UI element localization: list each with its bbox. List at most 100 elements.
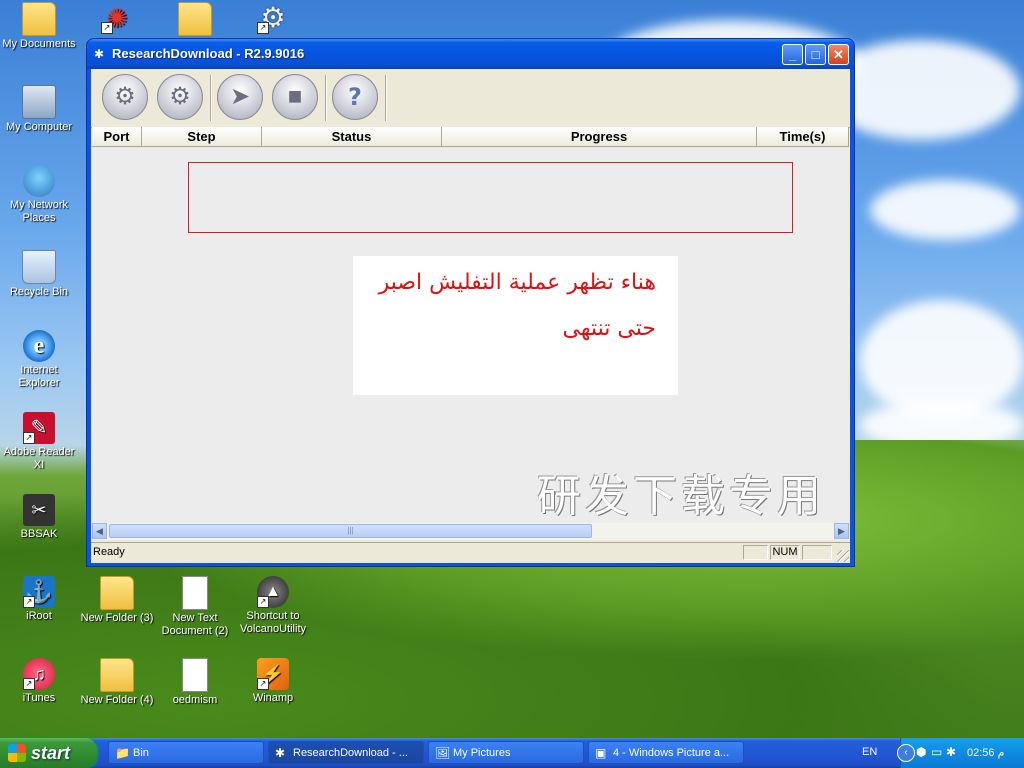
gears-icon: ⚙ <box>169 83 191 110</box>
scroll-right-button[interactable]: ▶ <box>834 523 849 539</box>
desktop-icon-itunes[interactable]: ♫ ↗ iTunes <box>0 658 78 705</box>
column-status[interactable]: Status <box>262 127 442 147</box>
maximize-button[interactable]: □ <box>805 44 826 65</box>
status-panel <box>743 545 768 560</box>
port-list[interactable]: هناء تظهر عملية التفليش اصبر حتى تنتهى 研… <box>92 148 849 523</box>
desktop-icon-folder[interactable] <box>156 2 234 38</box>
shortcut-arrow-icon: ↗ <box>257 596 269 608</box>
window-client-area: ⚙ ⚙ ➤ ■ ? Port Step Status Progress Time… <box>91 69 850 563</box>
desktop-icon-label: Internet Explorer <box>18 364 60 389</box>
desktop-icon-my-computer[interactable]: My Computer <box>0 85 78 134</box>
bbsak-icon: ✂ <box>23 494 55 526</box>
desktop-icon-adobe-reader[interactable]: ✎ ↗ Adobe Reader XI <box>0 412 78 472</box>
column-time[interactable]: Time(s) <box>757 127 849 147</box>
start-menu-button[interactable]: start <box>0 738 97 768</box>
taskbar-item-bin[interactable]: 📁 Bin <box>108 741 264 764</box>
settings-button[interactable]: ⚙ <box>157 74 203 120</box>
desktop-icon-label: New Text Document (2) <box>161 612 229 637</box>
desktop-icon-recycle-bin[interactable]: Recycle Bin <box>0 250 78 299</box>
desktop-icon-label: iRoot <box>26 610 52 622</box>
column-progress[interactable]: Progress <box>442 127 757 147</box>
desktop-icon-my-documents[interactable]: My Documents <box>0 2 78 51</box>
status-num-indicator: NUM <box>770 545 800 560</box>
volcano-icon: ▲ ↗ <box>257 576 289 608</box>
status-bar: Ready NUM <box>91 542 850 563</box>
horizontal-scrollbar[interactable]: ◀ ||| ▶ <box>92 523 849 540</box>
minimize-button[interactable]: _ <box>782 44 803 65</box>
desktop-icon-new-text-document[interactable]: New Text Document (2) <box>156 576 234 638</box>
gear-icon: ⚙ <box>114 83 136 110</box>
desktop-icon-iroot[interactable]: ⚓ ↗ iRoot <box>0 576 78 623</box>
load-packet-button[interactable]: ⚙ <box>102 74 148 120</box>
desktop-icon-label: iTunes <box>22 692 56 704</box>
desktop-icon-settings-shortcut[interactable]: ⚙ ↗ <box>234 2 312 36</box>
column-port[interactable]: Port <box>92 127 142 147</box>
taskbar-item-picture-viewer[interactable]: ▣ 4 - Windows Picture a... <box>588 741 744 764</box>
clock[interactable]: 02:56 م <box>967 746 1004 759</box>
folder-icon <box>178 2 212 36</box>
swirl-app-icon: ✺ ↗ <box>101 2 133 34</box>
music-note-icon: ♫ ↗ <box>23 658 55 690</box>
gear-icon: ⚙ ↗ <box>257 2 289 34</box>
desktop-icon-label: Adobe Reader XI <box>3 446 75 471</box>
desktop-icon-new-folder-3[interactable]: New Folder (3) <box>78 576 156 625</box>
help-icon: ? <box>348 83 362 111</box>
network-tray-icon[interactable]: ⬢ <box>916 745 930 759</box>
desktop-icon-bbsak[interactable]: ✂ BBSAK <box>0 494 78 541</box>
annotation-note: هناء تظهر عملية التفليش اصبر حتى تنتهى <box>353 256 678 395</box>
column-step[interactable]: Step <box>142 127 262 147</box>
anchor-icon: ⚓ ↗ <box>23 576 55 608</box>
title-bar[interactable]: ✱ ResearchDownload - R2.9.9016 _ □ ✕ <box>87 39 854 69</box>
app-icon: ✱ <box>275 746 286 760</box>
start-button[interactable]: ➤ <box>217 74 263 120</box>
desktop-icon-internet-explorer[interactable]: e Internet Explorer <box>0 330 78 390</box>
folder-icon: 📁 <box>115 746 130 760</box>
desktop-icon-volcano-utility[interactable]: ▲ ↗ Shortcut to VolcanoUtility <box>234 576 312 636</box>
task-label: ResearchDownload - ... <box>293 747 408 759</box>
text-document-icon <box>182 576 208 610</box>
desktop-icon-oedmism[interactable]: oedmism <box>156 658 234 707</box>
tray-expand-icon[interactable]: ‹ <box>897 744 915 762</box>
tray-app-icon[interactable]: ✱ <box>946 745 960 759</box>
watermark-text: 研发下载专用 <box>537 471 825 522</box>
close-button[interactable]: ✕ <box>828 44 849 65</box>
resize-grip[interactable] <box>837 550 849 562</box>
toolbar-separator <box>210 75 212 121</box>
stop-button[interactable]: ■ <box>272 74 318 120</box>
desktop-icon-app-shortcut[interactable]: ✺ ↗ <box>78 2 156 36</box>
internet-explorer-icon: e <box>23 330 55 362</box>
desktop-icon-label: oedmism <box>172 694 218 706</box>
network-icon <box>23 165 55 197</box>
desktop-icon-label: Winamp <box>252 692 294 704</box>
annotation-line: هناء تظهر عملية التفليش اصبر <box>378 270 656 295</box>
shortcut-arrow-icon: ↗ <box>101 22 113 34</box>
task-label: 4 - Windows Picture a... <box>613 747 730 759</box>
status-text: Ready <box>93 546 125 558</box>
desktop-icon-new-folder-4[interactable]: New Folder (4) <box>78 658 156 707</box>
desktop-icon-label: New Folder (3) <box>80 612 154 624</box>
monitor-tray-icon[interactable]: ▭ <box>931 745 945 759</box>
play-icon: ➤ <box>229 83 251 110</box>
desktop-icon-my-network-places[interactable]: My Network Places <box>0 165 78 225</box>
highlight-box <box>188 162 793 233</box>
folder-icon <box>22 2 56 36</box>
toolbar: ⚙ ⚙ ➤ ■ ? <box>91 69 850 128</box>
cloud <box>870 180 1020 240</box>
shortcut-arrow-icon: ↗ <box>257 678 269 690</box>
taskbar-item-my-pictures[interactable]: 🖼 My Pictures <box>428 741 584 764</box>
shortcut-arrow-icon: ↗ <box>23 432 35 444</box>
window-title: ResearchDownload - R2.9.9016 <box>112 46 305 61</box>
shortcut-arrow-icon: ↗ <box>23 678 35 690</box>
task-label: Bin <box>133 747 149 759</box>
desktop-icon-label: My Documents <box>2 38 76 50</box>
toolbar-separator <box>325 75 327 121</box>
research-download-window: ✱ ResearchDownload - R2.9.9016 _ □ ✕ ⚙ ⚙… <box>87 39 854 566</box>
taskbar-item-research-download[interactable]: ✱ ResearchDownload - ... <box>268 741 424 764</box>
language-indicator[interactable]: EN <box>862 746 877 758</box>
scroll-left-button[interactable]: ◀ <box>92 523 107 539</box>
scroll-thumb[interactable]: ||| <box>109 524 592 538</box>
desktop-icon-label: Shortcut to VolcanoUtility <box>239 610 307 635</box>
help-button[interactable]: ? <box>332 74 378 120</box>
start-label: start <box>31 743 71 763</box>
desktop-icon-winamp[interactable]: ⚡ ↗ Winamp <box>234 658 312 705</box>
